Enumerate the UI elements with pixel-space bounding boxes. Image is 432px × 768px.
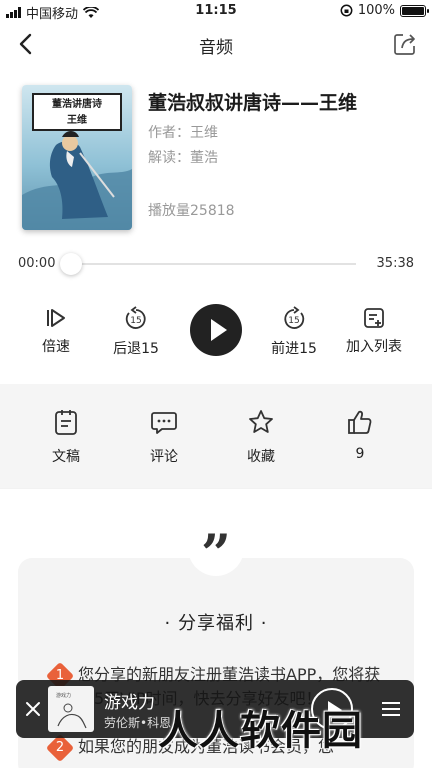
comment-button[interactable]: 评论 (129, 408, 199, 466)
play-icon (211, 319, 227, 341)
nav-bar: 音频 (0, 22, 432, 66)
rewind-num: 15 (130, 316, 141, 326)
orientation-lock-icon (340, 4, 353, 17)
rewind-15-icon: 15 (125, 306, 146, 329)
current-time: 00:00 (18, 256, 56, 271)
share-card-title: · 分享福利 · (164, 613, 268, 634)
author-row: 作者：王维 (148, 122, 218, 142)
status-right: 100% (340, 3, 429, 18)
favorite-button[interactable]: 收藏 (226, 408, 296, 466)
progress-track[interactable] (66, 263, 356, 265)
manuscript-icon (55, 410, 77, 435)
rewind-button[interactable]: 15 后退15 (96, 306, 176, 358)
add-to-list-icon (364, 308, 384, 328)
rewind-label: 后退15 (113, 341, 159, 357)
progress-thumb[interactable] (60, 253, 82, 275)
book-title: 董浩叔叔讲唐诗——王维 (148, 92, 358, 114)
add-to-list-button[interactable]: 加入列表 (334, 306, 414, 356)
comment-icon (151, 412, 177, 434)
star-icon (249, 410, 273, 433)
forward-label: 前进15 (271, 341, 317, 357)
author-value[interactable]: 王维 (190, 125, 218, 141)
playlist-icon[interactable] (380, 698, 402, 720)
favorite-label: 收藏 (247, 449, 275, 465)
add-to-list-label: 加入列表 (346, 339, 402, 355)
play-button[interactable] (190, 304, 242, 356)
share-icon[interactable] (392, 31, 418, 57)
speed-icon (47, 309, 65, 327)
comment-label: 评论 (150, 449, 178, 465)
author-label: 作者： (148, 125, 190, 141)
forward-15-icon: 15 (284, 306, 305, 329)
manuscript-label: 文稿 (52, 449, 80, 465)
battery-icon (400, 4, 429, 17)
reader-row: 解读：董浩 (148, 147, 218, 167)
forward-num: 15 (288, 316, 299, 326)
forward-button[interactable]: 15 前进15 (254, 306, 334, 358)
play-count: 播放量25818 (148, 203, 235, 219)
battery-percent: 100% (357, 3, 395, 18)
page-title: 音频 (199, 38, 233, 58)
book-cover: 董浩讲唐诗 王维 (22, 85, 132, 230)
reader-label: 解读： (148, 150, 190, 166)
mini-thumb-illustration (57, 703, 87, 729)
mini-player-thumbnail: 游戏力 (48, 686, 94, 732)
speed-button[interactable]: 倍速 (16, 306, 96, 356)
total-time: 35:38 (376, 256, 414, 271)
bullet-2: 2 (45, 733, 75, 763)
speed-label: 倍速 (42, 339, 70, 355)
like-count: 9 (355, 446, 365, 462)
close-icon[interactable] (24, 700, 42, 718)
quote-mark: ” (188, 520, 244, 585)
like-button[interactable]: 9 (325, 408, 395, 462)
thumbs-up-icon (348, 410, 372, 434)
reader-value[interactable]: 董浩 (190, 150, 218, 166)
mini-player-title: 游戏力 (104, 693, 155, 713)
cover-illustration (22, 131, 132, 230)
status-bar: 中国移动 11:15 100% (0, 0, 432, 22)
watermark: 人人软件园 (158, 708, 363, 754)
manuscript-button[interactable]: 文稿 (31, 408, 101, 466)
